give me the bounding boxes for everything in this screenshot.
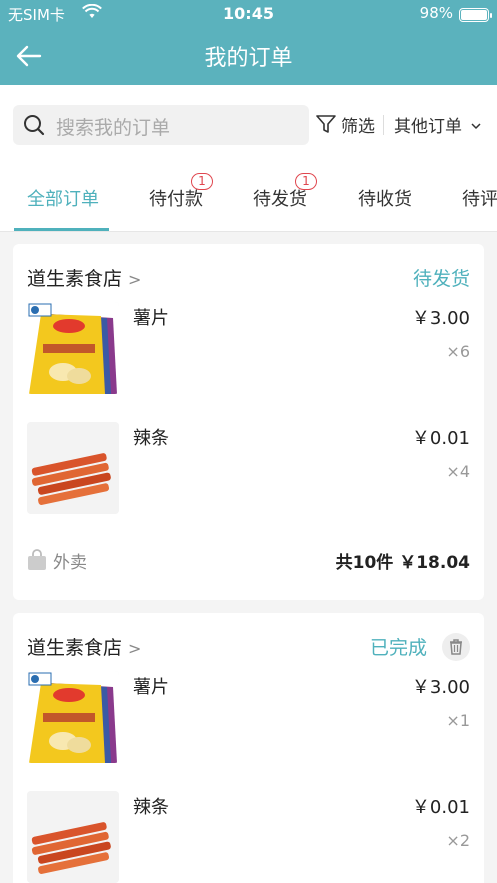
shop-name-link[interactable]: 道生素食店 >: [27, 633, 141, 660]
delete-order-button[interactable]: [442, 633, 470, 661]
item-name: 辣条: [133, 797, 169, 818]
filter-icon: [316, 115, 336, 133]
order-status: 已完成: [369, 637, 427, 659]
battery-percent: 98%: [419, 4, 453, 22]
battery-icon: [459, 8, 492, 22]
order-item[interactable]: 薯片 ￥3.00 ×1: [27, 671, 470, 763]
item-name: 薯片: [133, 308, 169, 329]
status-bar: 无SIM卡 10:45 98%: [0, 0, 497, 28]
item-price: ￥3.00: [411, 308, 470, 329]
item-name: 薯片: [133, 677, 169, 698]
delivery-label: 外卖: [53, 553, 87, 573]
count-badge: 1: [191, 173, 213, 190]
shop-name: 道生素食店: [27, 637, 123, 659]
trash-icon: [450, 639, 462, 655]
tab-pending-review[interactable]: 待评: [462, 185, 497, 211]
order-card[interactable]: 道生素食店 > 已完成 薯片 ￥3.00 ×1 辣条 ￥0.01 ×2: [13, 613, 484, 883]
chevron-right-icon: >: [128, 270, 142, 289]
spicy-strips-image: [27, 791, 119, 883]
order-item[interactable]: 辣条 ￥0.01 ×2: [27, 791, 470, 883]
page-title: 我的订单: [204, 46, 293, 71]
chips-bag-image: [27, 671, 119, 763]
search-icon: [22, 113, 46, 141]
order-summary: 共10件 ￥18.04: [335, 553, 470, 573]
tab-pending-receipt[interactable]: 待收货: [358, 185, 412, 211]
item-price: ￥3.00: [411, 677, 470, 698]
order-tabs: 全部订单 待付款 1 待发货 1 待收货 待评: [0, 160, 497, 232]
search-placeholder: 搜索我的订单: [56, 117, 171, 139]
order-item[interactable]: 辣条 ￥0.01 ×4: [27, 422, 470, 514]
tab-all-orders[interactable]: 全部订单: [27, 185, 99, 211]
tab-label: 待收货: [358, 189, 412, 210]
chevron-right-icon: >: [128, 639, 142, 658]
chips-bag-image: [27, 302, 119, 394]
delivery-type: 外卖: [27, 548, 87, 573]
spicy-strips-image: [27, 422, 119, 514]
tab-pending-shipment[interactable]: 待发货 1: [253, 173, 317, 211]
order-item[interactable]: 薯片 ￥3.00 ×6: [27, 302, 470, 394]
item-price: ￥0.01: [411, 797, 470, 818]
tab-label: 待评: [462, 189, 497, 210]
item-quantity: ×1: [446, 711, 470, 730]
order-footer: 外卖 共10件 ￥18.04: [27, 546, 470, 576]
item-name: 辣条: [133, 428, 169, 449]
tab-label: 待发货: [253, 189, 307, 210]
search-input[interactable]: 搜索我的订单: [13, 105, 309, 145]
item-quantity: ×6: [446, 342, 470, 361]
shop-name: 道生素食店: [27, 268, 123, 290]
tab-label: 全部订单: [27, 189, 99, 210]
tab-label: 待付款: [149, 189, 203, 210]
filter-button[interactable]: 筛选: [315, 112, 375, 137]
chevron-down-icon: [471, 123, 481, 130]
item-quantity: ×2: [446, 831, 470, 850]
app-header: 无SIM卡 10:45 98% 我的订单: [0, 0, 497, 85]
item-price: ￥0.01: [411, 428, 470, 449]
other-orders-label: 其他订单: [394, 117, 462, 137]
shopping-bag-icon: [28, 549, 46, 570]
order-status: 待发货: [412, 268, 470, 290]
shop-name-link[interactable]: 道生素食店 >: [27, 264, 141, 291]
active-tab-indicator: [14, 228, 109, 231]
other-orders-dropdown[interactable]: 其他订单: [394, 112, 482, 137]
nav-bar: 我的订单: [0, 30, 497, 82]
item-quantity: ×4: [446, 462, 470, 481]
divider: [383, 115, 384, 135]
tab-pending-payment[interactable]: 待付款 1: [149, 173, 213, 211]
count-badge: 1: [295, 173, 317, 190]
search-bar-area: 搜索我的订单 筛选 其他订单: [0, 85, 497, 160]
filter-label: 筛选: [341, 117, 375, 137]
order-card[interactable]: 道生素食店 > 待发货 薯片 ￥3.00 ×6 辣条 ￥0.01 ×4 外卖 共…: [13, 244, 484, 600]
